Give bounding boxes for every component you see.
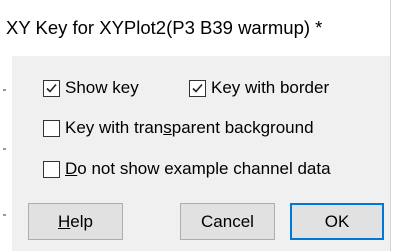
no-example-data-checkbox[interactable]: Do not show example channel data <box>43 157 331 181</box>
key-with-border-label: Key with border <box>211 78 330 97</box>
mnemonic-letter: D <box>65 159 78 178</box>
transparent-background-label: Key with transparent background <box>65 118 314 138</box>
window-title: XY Key for XYPlot2(P3 B39 warmup) * <box>6 17 323 38</box>
ok-button[interactable]: OK <box>290 203 384 240</box>
label-part: o not show example channel data <box>77 159 331 178</box>
checkmark-icon <box>46 83 57 93</box>
right-background-edge <box>390 0 400 251</box>
transparent-background-checkbox-box[interactable] <box>43 119 60 137</box>
ok-button-label: OK <box>324 211 350 231</box>
label-part: Key with tran <box>65 118 164 137</box>
label-part: elp <box>70 211 93 231</box>
help-button[interactable]: Help <box>28 203 123 240</box>
edge-tick <box>3 214 6 216</box>
key-with-border-checkbox[interactable]: Key with border <box>189 76 329 100</box>
title-bar[interactable]: XY Key for XYPlot2(P3 B39 warmup) * <box>0 0 390 56</box>
show-key-checkbox[interactable]: Show key <box>43 76 139 100</box>
edge-tick <box>3 89 6 91</box>
label-part: parent background <box>171 118 314 137</box>
no-example-data-checkbox-box[interactable] <box>43 160 60 178</box>
no-example-data-label: Do not show example channel data <box>65 159 331 179</box>
transparent-background-checkbox[interactable]: Key with transparent background <box>43 116 314 140</box>
xy-key-dialog: XY Key for XYPlot2(P3 B39 warmup) * Show… <box>0 0 400 251</box>
help-button-label: Help <box>58 212 93 232</box>
cancel-button[interactable]: Cancel <box>180 203 275 240</box>
key-with-border-checkbox-box[interactable] <box>189 79 206 97</box>
mnemonic-letter: H <box>58 211 71 231</box>
checkmark-icon <box>192 83 203 93</box>
cancel-button-label: Cancel <box>201 211 254 231</box>
show-key-checkbox-box[interactable] <box>43 79 60 97</box>
mnemonic-letter: s <box>163 118 172 137</box>
show-key-label: Show key <box>65 78 139 97</box>
edge-tick <box>3 148 6 150</box>
